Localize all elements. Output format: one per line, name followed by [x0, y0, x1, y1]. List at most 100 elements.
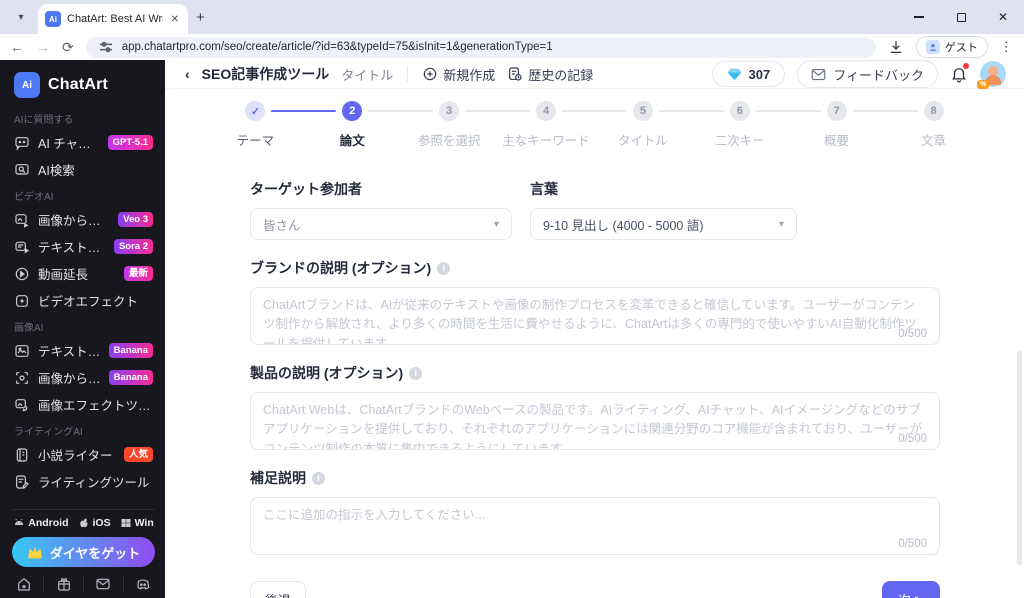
sidebar-item-video-extend[interactable]: 動画延長 最新 [12, 260, 155, 287]
image-effect-icon [15, 398, 28, 411]
page-title: SEO記事作成ツール [201, 66, 330, 82]
sidebar-item-writing-tools[interactable]: ライティングツール [12, 468, 155, 495]
word-count-select[interactable]: 9-10 見出し (4000 - 5000 語) ▾ [530, 208, 797, 240]
step-1-theme[interactable]: ✓ テーマ [207, 101, 337, 149]
back-chevron-icon[interactable]: ‹ [185, 66, 190, 82]
browser-menu-icon[interactable]: ⋮ [1000, 39, 1013, 55]
sidebar-item-text-to-video[interactable]: テキストから... Sora 2 [12, 233, 155, 260]
sidebar-item-image-to-video[interactable]: 画像から動画へ Veo 3 [12, 206, 155, 233]
step-3-references[interactable]: 3 参照を選択 [401, 101, 530, 149]
gift-icon[interactable] [56, 576, 72, 592]
new-document-button[interactable]: 新規作成 [422, 65, 495, 84]
next-button[interactable]: 次へ [881, 581, 940, 598]
divider [407, 66, 409, 82]
user-avatar[interactable]: % [977, 61, 1006, 89]
minimize-button[interactable] [898, 0, 940, 34]
step-4-main-keywords[interactable]: 4 主なキーワード [498, 101, 627, 149]
form-footer: 後退 次へ [250, 581, 940, 598]
sidebar-item-novel-writer[interactable]: 小説ライター 人気 [12, 441, 155, 468]
new-tab-button[interactable]: + [196, 9, 205, 26]
sidebar: Ai ChatArt AIに質問する AI チャット GPT-5.1 AI検索 … [0, 60, 165, 598]
sidebar-bottom-bar [12, 574, 155, 592]
step-indicator: ✓ テーマ 2 論文 3 参照を選択 4 主なキーワード 5 タイトル 6 二次… [165, 89, 1024, 149]
video-effects-icon [16, 294, 28, 307]
browser-tab[interactable]: Ai ChatArt: Best AI Writer, AI Cont ✕ [38, 4, 188, 34]
article-form: ターゲット参加者 皆さん ▾ 言葉 9-10 見出し (4000 - 5000 … [165, 149, 940, 598]
url-input[interactable]: app.chatartpro.com/seo/create/article/?i… [85, 36, 876, 58]
feedback-button[interactable]: フィードバック [797, 60, 938, 88]
sidebar-item-text-to-image[interactable]: テキストから... Banana [12, 337, 155, 364]
platform-win[interactable]: Win [120, 517, 154, 529]
crown-icon [28, 546, 42, 559]
sidebar-item-image-effect-tools[interactable]: 画像エフェクトツール [12, 391, 155, 418]
writing-tools-icon [16, 474, 29, 489]
supplement-char-counter: 0/500 [894, 538, 927, 550]
browser-tabstrip: ▾ Ai ChatArt: Best AI Writer, AI Cont ✕ … [0, 0, 1024, 34]
step-6-secondary-keys[interactable]: 6 二次キー [691, 101, 821, 149]
info-icon[interactable]: i [409, 366, 423, 380]
supplement-label: 補足説明 i [250, 468, 940, 488]
history-button[interactable]: 歴史の記録 [507, 65, 593, 84]
sidebar-section-ask-ai: AIに質問する [14, 115, 74, 126]
badge-gpt: GPT-5.1 [107, 135, 153, 150]
apple-icon [79, 518, 88, 528]
badge-banana-2: Banana [108, 370, 153, 385]
guest-label: ゲスト [944, 42, 978, 54]
chat-icon [15, 136, 29, 151]
search-icon [15, 163, 29, 175]
discord-icon[interactable] [135, 576, 151, 592]
target-audience-select[interactable]: 皆さん ▾ [250, 208, 512, 240]
app-header: ‹ SEO記事作成ツール タイトル 新規作成 歴史の記録 307 フィードバック… [165, 60, 1024, 89]
home-icon[interactable] [16, 576, 32, 592]
tab-title: ChatArt: Best AI Writer, AI Cont [67, 13, 163, 25]
brand-char-counter: 0/500 [894, 328, 927, 340]
feedback-mail-icon [811, 68, 826, 80]
info-icon[interactable]: i [437, 261, 451, 275]
step-7-outline[interactable]: 7 概要 [788, 101, 918, 149]
divider [43, 577, 45, 591]
windows-icon [121, 519, 131, 527]
back-icon[interactable]: ← [10, 39, 24, 55]
sidebar-section-video-ai: ビデオAI [14, 192, 54, 203]
close-button[interactable]: ✕ [982, 0, 1024, 34]
platform-ios[interactable]: iOS [78, 517, 111, 529]
get-diamonds-button[interactable]: ダイヤをゲット [12, 537, 155, 567]
brand-description-input[interactable] [251, 288, 939, 344]
refresh-icon[interactable]: ⟳ [62, 39, 74, 56]
chevron-down-icon: ▾ [778, 218, 784, 230]
scrollbar[interactable] [1017, 350, 1022, 565]
supplement-input[interactable] [251, 498, 939, 554]
step-1-check-icon: ✓ [245, 101, 266, 121]
tab-search-icon[interactable]: ▾ [8, 7, 34, 27]
platform-android[interactable]: Android [13, 517, 69, 529]
main-content: ‹ SEO記事作成ツール タイトル 新規作成 歴史の記録 307 フィードバック… [165, 60, 1024, 598]
tab-close-icon[interactable]: ✕ [169, 14, 181, 25]
maximize-button[interactable] [940, 0, 982, 34]
article-title-placeholder[interactable]: タイトル [341, 65, 393, 84]
download-icon[interactable] [888, 39, 904, 55]
sidebar-item-ai-search[interactable]: AI検索 [12, 156, 155, 183]
product-description-input[interactable] [251, 393, 939, 449]
chevron-down-icon: ▾ [493, 218, 499, 230]
site-info-icon[interactable] [98, 39, 114, 55]
brand[interactable]: Ai ChatArt [12, 68, 155, 106]
back-button[interactable]: 後退 [250, 581, 307, 598]
profile-chip[interactable]: ゲスト [915, 36, 988, 58]
mail-icon[interactable] [95, 576, 111, 592]
step-8-article-text[interactable]: 8 文章 [885, 101, 982, 149]
sidebar-item-video-effects[interactable]: ビデオエフェクト [12, 287, 155, 314]
notifications-button[interactable] [950, 63, 969, 83]
info-icon[interactable]: i [312, 471, 325, 485]
sidebar-item-image-to-image[interactable]: 画像から画像 Banana [12, 364, 155, 391]
guest-avatar-icon [925, 40, 940, 54]
forward-icon[interactable]: → [36, 39, 50, 55]
divider [122, 577, 124, 591]
credits-pill[interactable]: 307 [711, 61, 786, 87]
step-2-article[interactable]: 2 論文 [304, 101, 434, 149]
video-extend-icon [15, 267, 29, 280]
sidebar-item-ai-chat[interactable]: AI チャット GPT-5.1 [12, 129, 155, 156]
screen: ▾ Ai ChatArt: Best AI Writer, AI Cont ✕ … [0, 0, 1024, 598]
badge-latest: 最新 [123, 266, 153, 281]
step-5-title[interactable]: 5 タイトル [595, 101, 724, 149]
product-char-counter: 0/500 [894, 433, 927, 445]
